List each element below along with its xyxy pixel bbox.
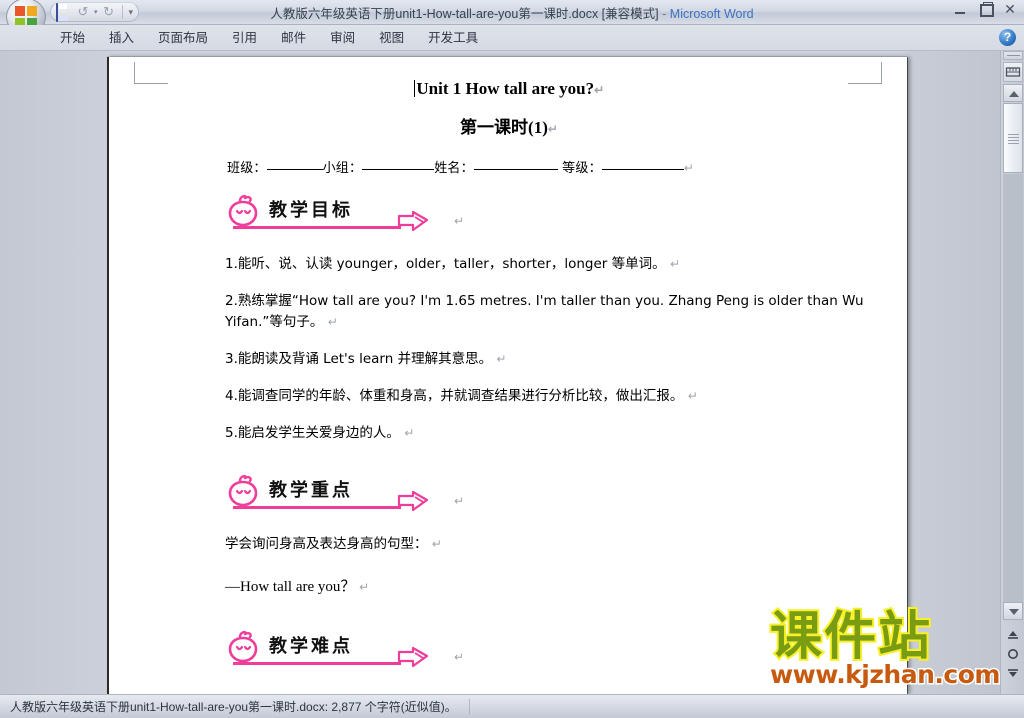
ribbon-tab-bar: 开始 插入 页面布局 引用 邮件 审阅 视图 开发工具 ? bbox=[0, 25, 1024, 51]
key-point-item-1: 学会询问身高及表达身高的句型： ↵ bbox=[109, 534, 909, 555]
pilcrow-icon: ↵ bbox=[687, 388, 698, 403]
status-bar: 人教版六年级英语下册unit1-How-tall-are-you第一课时.doc… bbox=[0, 694, 1024, 718]
objective-text: 5.能启发学生关爱身边的人。 bbox=[225, 424, 400, 441]
objective-text: 2.熟练掌握“How tall are you? I'm 1.65 metres… bbox=[225, 292, 864, 330]
objective-text: 1.能听、说、认读 younger，older，taller，shorter，l… bbox=[225, 256, 666, 272]
tab-mailings[interactable]: 邮件 bbox=[269, 25, 318, 51]
window-controls: ✕ bbox=[952, 2, 1018, 17]
title-bar: ↺ ▾ ↻ ▾ 人教版六年级英语下册unit1-How-tall-are-you… bbox=[0, 0, 1024, 36]
objective-item-1: 1.能听、说、认读 younger，older，taller，shorter，l… bbox=[109, 254, 909, 275]
tab-insert[interactable]: 插入 bbox=[97, 25, 146, 51]
chevron-down-icon bbox=[1009, 609, 1019, 615]
pilcrow-icon: ↵ bbox=[327, 314, 338, 329]
tab-page-layout[interactable]: 页面布局 bbox=[146, 25, 220, 51]
section-heading-difficult-points: 教学难点 ↵ bbox=[109, 626, 909, 674]
window-title-separator: - bbox=[662, 7, 667, 21]
pilcrow-icon: ↵ bbox=[496, 351, 507, 366]
window-title-document: 人教版六年级英语下册unit1-How-tall-are-you第一课时.doc… bbox=[270, 7, 659, 21]
section-heading-key-points: 教学重点 ↵ bbox=[109, 470, 909, 518]
page-gutter-left bbox=[0, 51, 107, 694]
chevron-up-icon bbox=[1009, 91, 1019, 97]
field-blank-class bbox=[266, 169, 323, 170]
field-label-class: 班级： bbox=[227, 161, 267, 176]
objective-item-4: 4.能调查同学的年龄、体重和身高，并就调查结果进行分析比较，做出汇报。 ↵ bbox=[109, 386, 909, 407]
pilcrow-icon: ↵ bbox=[547, 122, 558, 136]
scrollbar-track[interactable] bbox=[1003, 174, 1023, 602]
field-label-grade: 等级： bbox=[562, 161, 602, 176]
close-button[interactable]: ✕ bbox=[1002, 2, 1018, 17]
word-window: ↺ ▾ ↻ ▾ 人教版六年级英语下册unit1-How-tall-are-you… bbox=[0, 0, 1024, 718]
help-icon[interactable]: ? bbox=[999, 29, 1016, 46]
objective-text: 4.能调查同学的年龄、体重和身高，并就调查结果进行分析比较，做出汇报。 bbox=[225, 387, 684, 404]
section-underline bbox=[233, 226, 401, 229]
scroll-down-button[interactable] bbox=[1003, 602, 1023, 620]
objective-item-2: 2.熟练掌握“How tall are you? I'm 1.65 metres… bbox=[109, 291, 909, 333]
pilcrow-icon: ↵ bbox=[404, 425, 415, 440]
key-point-text: 学会询问身高及表达身高的句型： bbox=[225, 535, 428, 552]
pilcrow-icon: ↵ bbox=[359, 580, 370, 595]
pilcrow-icon: ↵ bbox=[683, 161, 695, 175]
apple-icon bbox=[226, 630, 262, 664]
vertical-scrollbar[interactable] bbox=[1000, 51, 1024, 694]
pointing-hand-icon bbox=[397, 644, 439, 670]
doc-subtitle-text: 第一课时 bbox=[460, 118, 529, 138]
tab-view[interactable]: 视图 bbox=[367, 25, 416, 51]
section-underline bbox=[233, 661, 401, 665]
apple-icon bbox=[226, 194, 262, 228]
doc-subtitle-number: (1) bbox=[528, 118, 548, 137]
restore-button[interactable] bbox=[977, 2, 994, 17]
pilcrow-icon: ↵ bbox=[431, 536, 442, 551]
pilcrow-icon: ↵ bbox=[454, 214, 465, 228]
minimize-button[interactable] bbox=[952, 2, 968, 17]
view-ruler-icon[interactable] bbox=[1003, 62, 1023, 82]
page-gutter-right bbox=[907, 51, 1000, 694]
section-title: 教学难点 bbox=[269, 635, 353, 657]
doc-title: Unit 1 How tall are you?↵ bbox=[109, 79, 909, 99]
section-title: 教学目标 bbox=[269, 200, 353, 221]
document-work-area: Unit 1 How tall are you?↵ 第一课时(1)↵ 班级： 小组… bbox=[0, 51, 1024, 694]
section-title: 教学重点 bbox=[269, 479, 353, 501]
section-underline bbox=[233, 505, 401, 509]
scrollbar-thumb[interactable] bbox=[1003, 103, 1023, 173]
student-info-line: 班级： 小组： 姓名： 等级： ↵ bbox=[109, 157, 909, 176]
pilcrow-icon: ↵ bbox=[594, 83, 605, 97]
key-point-text: —How tall are you？ bbox=[225, 579, 356, 596]
scroll-up-button[interactable] bbox=[1003, 84, 1023, 102]
scrollbar-grip-icon bbox=[1008, 134, 1019, 144]
objective-text: 3.能朗读及背诵 Let's learn 并理解其意思。 bbox=[225, 350, 493, 367]
select-browse-object-button[interactable] bbox=[1005, 646, 1021, 662]
document-body: Unit 1 How tall are you?↵ 第一课时(1)↵ 班级： 小组… bbox=[109, 57, 909, 674]
objective-item-5: 5.能启发学生关爱身边的人。 ↵ bbox=[109, 423, 909, 444]
split-window-handle[interactable] bbox=[1003, 51, 1023, 60]
field-blank-grade bbox=[601, 169, 684, 170]
doc-subtitle: 第一课时(1)↵ bbox=[109, 113, 909, 138]
previous-page-button[interactable] bbox=[1005, 626, 1021, 642]
window-title-app: Microsoft Word bbox=[669, 7, 754, 21]
field-label-group: 小组： bbox=[322, 161, 363, 176]
pilcrow-icon: ↵ bbox=[669, 257, 681, 271]
tab-review[interactable]: 审阅 bbox=[318, 25, 367, 51]
status-divider bbox=[468, 698, 470, 715]
section-heading-teaching-objectives: 教学目标 ↵ bbox=[109, 190, 909, 238]
window-title: 人教版六年级英语下册unit1-How-tall-are-you第一课时.doc… bbox=[0, 3, 1024, 22]
doc-title-text: Unit 1 How tall are you? bbox=[416, 79, 595, 98]
pilcrow-icon: ↵ bbox=[454, 493, 465, 508]
next-page-button[interactable] bbox=[1005, 666, 1021, 682]
field-blank-name bbox=[473, 169, 558, 170]
pilcrow-icon: ↵ bbox=[454, 649, 465, 664]
tab-home[interactable]: 开始 bbox=[48, 25, 97, 51]
key-point-item-2: —How tall are you？ ↵ bbox=[109, 576, 909, 599]
ribbon-tabs: 开始 插入 页面布局 引用 邮件 审阅 视图 开发工具 bbox=[48, 25, 490, 51]
field-blank-group bbox=[362, 169, 435, 170]
tab-developer[interactable]: 开发工具 bbox=[416, 25, 490, 51]
pointing-hand-icon bbox=[397, 208, 439, 234]
pointing-hand-icon bbox=[397, 488, 439, 514]
status-message: 人教版六年级英语下册unit1-How-tall-are-you第一课时.doc… bbox=[10, 700, 457, 714]
apple-icon bbox=[226, 474, 262, 508]
tab-references[interactable]: 引用 bbox=[220, 25, 269, 51]
field-label-name: 姓名： bbox=[434, 161, 474, 176]
document-page[interactable]: Unit 1 How tall are you?↵ 第一课时(1)↵ 班级： 小组… bbox=[107, 57, 907, 694]
objective-item-3: 3.能朗读及背诵 Let's learn 并理解其意思。 ↵ bbox=[109, 349, 909, 370]
